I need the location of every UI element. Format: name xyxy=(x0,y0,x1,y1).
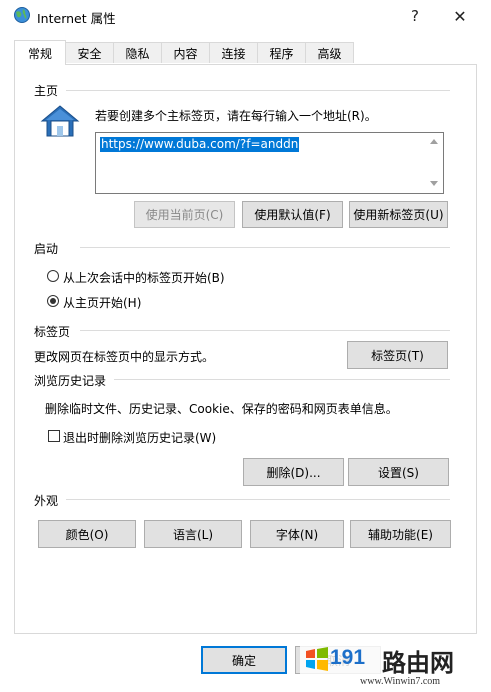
delete-history-button[interactable]: 删除(D)... xyxy=(243,458,344,486)
radio-home-page[interactable] xyxy=(47,295,59,307)
scroll-up-arrow-icon[interactable] xyxy=(430,139,438,144)
appearance-divider xyxy=(66,499,450,500)
tab-programs[interactable]: 程序 xyxy=(257,42,306,63)
startup-divider xyxy=(80,247,450,248)
radio-home-page-label[interactable]: 从主页开始(H) xyxy=(63,294,141,311)
startup-section-title: 启动 xyxy=(34,242,59,256)
tab-connections[interactable]: 连接 xyxy=(209,42,258,63)
radio-last-session-label[interactable]: 从上次会话中的标签页开始(B) xyxy=(63,269,225,286)
tab-content[interactable]: 内容 xyxy=(161,42,210,63)
homepage-url-text: https://www.duba.com/?f=anddn xyxy=(100,137,300,152)
window-title: Internet 属性 xyxy=(37,11,116,26)
fonts-button[interactable]: 字体(N) xyxy=(250,520,344,548)
history-section-title: 浏览历史记录 xyxy=(34,374,107,388)
watermark-number: 191 xyxy=(330,646,366,669)
title-bar: Internet 属性 ? ✕ xyxy=(0,0,491,33)
tab-advanced[interactable]: 高级 xyxy=(305,42,354,63)
homepage-section-title: 主页 xyxy=(34,84,59,98)
use-default-button[interactable]: 使用默认值(F) xyxy=(242,201,343,228)
url-scrollbar[interactable] xyxy=(426,133,443,193)
tabs-description: 更改网页在标签页中的显示方式。 xyxy=(34,350,215,364)
history-settings-button[interactable]: 设置(S) xyxy=(348,458,449,486)
tab-security[interactable]: 安全 xyxy=(65,42,114,63)
accessibility-button[interactable]: 辅助功能(E) xyxy=(350,520,451,548)
appearance-section-title: 外观 xyxy=(34,494,59,508)
delete-on-exit-checkbox[interactable] xyxy=(48,430,60,442)
help-button[interactable]: ? xyxy=(395,3,435,29)
delete-on-exit-label[interactable]: 退出时删除浏览历史记录(W) xyxy=(63,429,216,446)
tab-privacy[interactable]: 隐私 xyxy=(113,42,162,63)
watermark-brand: 路由网 xyxy=(382,649,454,677)
site-watermark: 191 路由网 www.Winwin7.com xyxy=(300,640,491,692)
radio-last-session[interactable] xyxy=(47,270,59,282)
use-new-tab-button[interactable]: 使用新标签页(U) xyxy=(349,201,448,228)
tabs-section-title: 标签页 xyxy=(34,325,71,339)
tabs-divider xyxy=(80,330,450,331)
use-current-button[interactable]: 使用当前页(C) xyxy=(134,201,235,228)
internet-explorer-globe-icon xyxy=(13,6,31,24)
languages-button[interactable]: 语言(L) xyxy=(144,520,242,548)
watermark-url: www.Winwin7.com xyxy=(360,676,441,687)
scroll-down-arrow-icon[interactable] xyxy=(430,181,438,186)
windows-logo-icon xyxy=(304,646,330,672)
colors-button[interactable]: 颜色(O) xyxy=(38,520,136,548)
tabs-settings-button[interactable]: 标签页(T) xyxy=(347,341,448,369)
history-divider xyxy=(114,379,450,380)
tab-general[interactable]: 常规 xyxy=(14,40,66,65)
close-button[interactable]: ✕ xyxy=(440,3,480,29)
homepage-divider xyxy=(66,90,450,91)
house-icon xyxy=(40,104,80,138)
ok-button[interactable]: 确定 xyxy=(201,646,287,674)
homepage-instruction: 若要创建多个主标签页，请在每行输入一个地址(R)。 xyxy=(95,109,377,123)
history-description: 删除临时文件、历史记录、Cookie、保存的密码和网页表单信息。 xyxy=(45,402,398,416)
